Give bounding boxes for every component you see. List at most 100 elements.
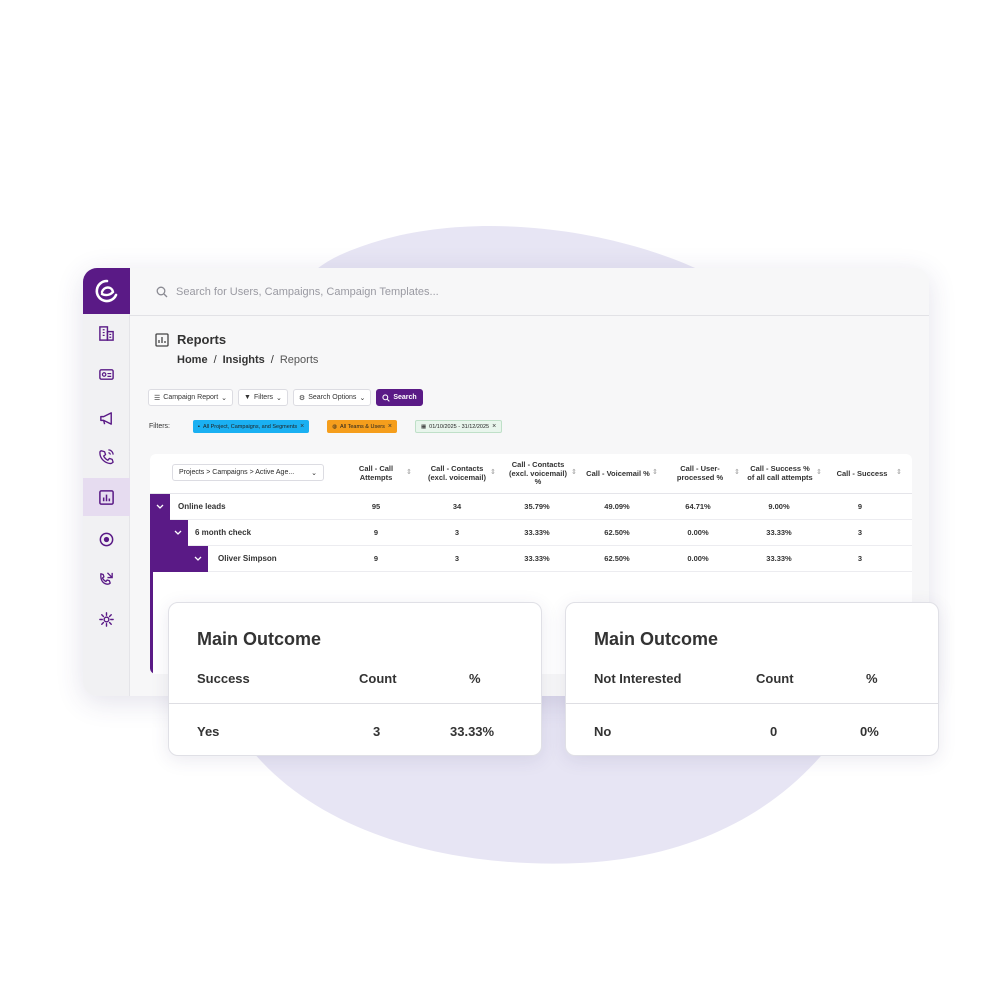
dimension-select[interactable]: Projects > Campaigns > Active Age... ⌄ [172, 464, 324, 481]
row-label: Oliver Simpson [218, 554, 277, 563]
campaign-report-label: Campaign Report [163, 394, 219, 401]
card-column-header: % [469, 671, 481, 686]
page-title: Reports [177, 332, 227, 347]
close-icon[interactable]: × [300, 423, 304, 430]
filters-caption: Filters: [149, 423, 170, 430]
card-column-header: Count [359, 671, 397, 686]
sidebar-item-buildings[interactable] [83, 314, 130, 352]
search-options-dropdown[interactable]: ⚙ Search Options ⌄ [292, 389, 372, 406]
card-title: Main Outcome [594, 629, 719, 649]
reports-icon [155, 332, 169, 347]
filter-chip-projects[interactable]: ▪ All Project, Campaigns, and Segments × [193, 420, 310, 433]
column-header[interactable]: Call - User-processed % [668, 458, 732, 490]
breadcrumb-home[interactable]: Home [177, 354, 208, 366]
sidebar [83, 268, 130, 696]
close-icon[interactable]: × [492, 423, 496, 430]
breadcrumb-separator: / [213, 354, 217, 366]
sort-icon[interactable]: ⇕ [571, 468, 577, 476]
cell: 3 [454, 528, 460, 537]
global-search-bar[interactable]: Search for Users, Campaigns, Campaign Te… [130, 268, 929, 316]
column-header[interactable]: Call - Contacts (excl. voicemail) % [506, 458, 570, 490]
calendar-icon: ▦ [420, 423, 427, 430]
close-icon[interactable]: × [388, 423, 392, 430]
sort-icon[interactable]: ⇕ [490, 468, 496, 476]
cell: 3 [454, 554, 460, 563]
report-toolbar: ☰ Campaign Report ⌄ ▼ Filters ⌄ ⚙ Search… [148, 389, 423, 406]
cell: 0.00% [687, 528, 709, 537]
chevron-down-icon: ⌄ [359, 394, 366, 402]
cell: 64.71% [685, 502, 711, 511]
divider [169, 703, 541, 704]
sort-icon[interactable]: ⇕ [652, 468, 658, 476]
breadcrumb-separator: / [270, 354, 274, 366]
cell: 34 [452, 502, 462, 511]
sidebar-item-reports[interactable] [83, 478, 130, 516]
cell: 9.00% [768, 502, 790, 511]
cell: 9 [373, 528, 379, 537]
card-row-percent: 33.33% [450, 724, 495, 739]
cell: 62.50% [604, 554, 630, 563]
table-row[interactable]: Oliver Simpson 9 3 33.33% 62.50% 0.00% 3… [150, 546, 912, 572]
sidebar-item-settings[interactable] [83, 600, 130, 638]
search-options-label: Search Options [308, 394, 357, 401]
card-title: Main Outcome [197, 629, 322, 649]
brand-logo-icon[interactable] [83, 268, 130, 314]
sidebar-item-missed-calls[interactable] [83, 559, 130, 597]
filters-dropdown[interactable]: ▼ Filters ⌄ [238, 389, 288, 406]
id-card-icon [99, 368, 114, 380]
campaign-report-dropdown[interactable]: ☰ Campaign Report ⌄ [148, 389, 234, 406]
search-input[interactable]: Search for Users, Campaigns, Campaign Te… [176, 286, 439, 298]
sort-icon[interactable]: ⇕ [896, 468, 902, 476]
sort-icon[interactable]: ⇕ [406, 468, 412, 476]
reports-icon [99, 489, 114, 505]
card-column-header: Not Interested [594, 671, 682, 686]
tree-line [150, 572, 153, 674]
cell: 33.33% [766, 528, 792, 537]
chevron-down-icon[interactable] [150, 494, 170, 520]
outcome-card-success: Main Outcome Success Count % Yes 3 33.33… [168, 602, 542, 756]
tree-indent [150, 546, 188, 572]
sort-icon[interactable]: ⇕ [734, 468, 740, 476]
sort-icon[interactable]: ⇕ [816, 468, 822, 476]
filter-chip-label: All Teams & Users [340, 423, 385, 430]
cell: 9 [857, 502, 863, 511]
search-button[interactable]: Search [376, 389, 423, 406]
chevron-down-icon: ⌄ [276, 394, 282, 402]
column-header[interactable]: Call - Voicemail % [586, 458, 650, 490]
column-header[interactable]: Call - Success % of all call attempts [746, 458, 814, 490]
cell: 3 [857, 554, 863, 563]
card-row-count: 3 [373, 724, 381, 739]
sidebar-item-calls[interactable] [83, 437, 130, 475]
cell: 0.00% [687, 554, 709, 563]
breadcrumb: Home / Insights / Reports [177, 354, 318, 366]
filter-chip-date-range[interactable]: ▦ 01/10/2025 - 31/12/2025 × [414, 420, 503, 433]
chevron-down-icon[interactable] [188, 546, 208, 572]
row-label: Online leads [178, 502, 226, 511]
column-header[interactable]: Call - Call Attempts [346, 458, 406, 490]
search-button-label: Search [393, 394, 417, 401]
table-header: Projects > Campaigns > Active Age... ⌄ C… [150, 454, 912, 494]
filter-chip-teams[interactable]: ◍ All Teams & Users × [327, 420, 397, 433]
sidebar-item-goals[interactable] [83, 520, 130, 558]
filters-label: Filters [253, 394, 274, 401]
card-row-label: No [594, 724, 612, 739]
column-header[interactable]: Call - Success [830, 458, 894, 490]
folder-icon: ▪ [198, 423, 200, 430]
sidebar-item-campaigns[interactable] [83, 399, 130, 437]
column-header[interactable]: Call - Contacts (excl. voicemail) [422, 458, 492, 490]
divider [566, 703, 938, 704]
chevron-down-icon[interactable] [168, 520, 188, 546]
card-column-header: Count [756, 671, 794, 686]
table-row[interactable]: 6 month check 9 3 33.33% 62.50% 0.00% 33… [150, 520, 912, 546]
table-row[interactable]: Online leads 95 34 35.79% 49.09% 64.71% … [150, 494, 912, 520]
breadcrumb-insights[interactable]: Insights [223, 354, 265, 366]
phone-call-icon [99, 448, 114, 464]
card-row-percent: 0% [860, 724, 879, 739]
sidebar-item-contacts[interactable] [83, 355, 130, 393]
card-column-header: Success [197, 671, 250, 686]
page-header: Reports [155, 332, 226, 347]
filter-chip-label: 01/10/2025 - 31/12/2025 [429, 423, 490, 430]
cell: 3 [857, 528, 863, 537]
row-label: 6 month check [195, 528, 252, 537]
filter-chip-label: All Project, Campaigns, and Segments [202, 423, 298, 430]
